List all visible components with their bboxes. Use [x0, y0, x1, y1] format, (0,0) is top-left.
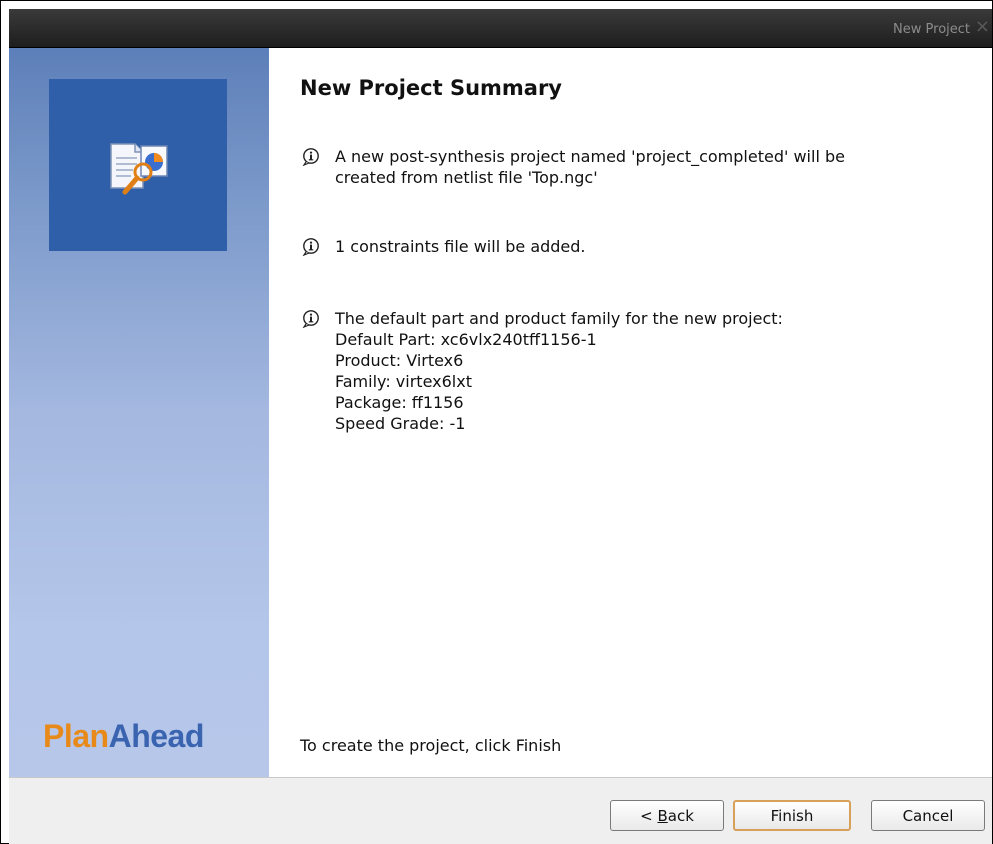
info-icon	[302, 310, 319, 328]
button-bar: < Back Finish Cancel	[9, 777, 992, 844]
info-line: 1 constraints file will be added.	[335, 237, 586, 256]
brand-ahead-text: Ahead	[108, 718, 205, 754]
new-project-window: New Project × PlanAhead New Project Summ…	[0, 0, 993, 844]
title-bar[interactable]: New Project ×	[9, 9, 992, 48]
back-button[interactable]: < Back	[610, 800, 724, 831]
wizard-icon-panel	[49, 79, 227, 251]
info-line: Product: Virtex6	[335, 351, 464, 370]
info-line: created from netlist file 'Top.ngc'	[335, 168, 598, 187]
info-line: Package: ff1156	[335, 393, 464, 412]
back-label-rest: ack	[667, 806, 694, 825]
project-summary-icon	[110, 143, 168, 195]
finish-button[interactable]: Finish	[733, 800, 851, 831]
finish-instruction: To create the project, click Finish	[300, 736, 562, 755]
close-icon[interactable]: ×	[975, 17, 990, 37]
planahead-logo: PlanAhead	[43, 718, 204, 755]
info-item-constraints: 1 constraints file will be added.	[302, 236, 586, 257]
page-title: New Project Summary	[300, 76, 562, 100]
content-panel: New Project Summary A new post-synthesis…	[269, 48, 992, 777]
info-line: The default part and product family for …	[335, 309, 783, 328]
info-line: Default Part: xc6vlx240tff1156-1	[335, 330, 597, 349]
window-left-edge	[1, 1, 9, 843]
sidebar-banner: PlanAhead	[9, 48, 269, 777]
back-mnemonic: B	[657, 806, 668, 825]
info-line: Family: virtex6lxt	[335, 372, 472, 391]
info-item-project: A new post-synthesis project named 'proj…	[302, 146, 845, 188]
info-item-part: The default part and product family for …	[302, 308, 783, 434]
info-line: A new post-synthesis project named 'proj…	[335, 147, 845, 166]
back-prefix: <	[640, 806, 658, 825]
info-icon	[302, 148, 319, 166]
window-title: New Project	[893, 22, 970, 37]
cancel-button[interactable]: Cancel	[871, 800, 985, 831]
info-icon	[302, 238, 319, 256]
info-line: Speed Grade: -1	[335, 414, 466, 433]
brand-plan-text: Plan	[43, 718, 109, 754]
